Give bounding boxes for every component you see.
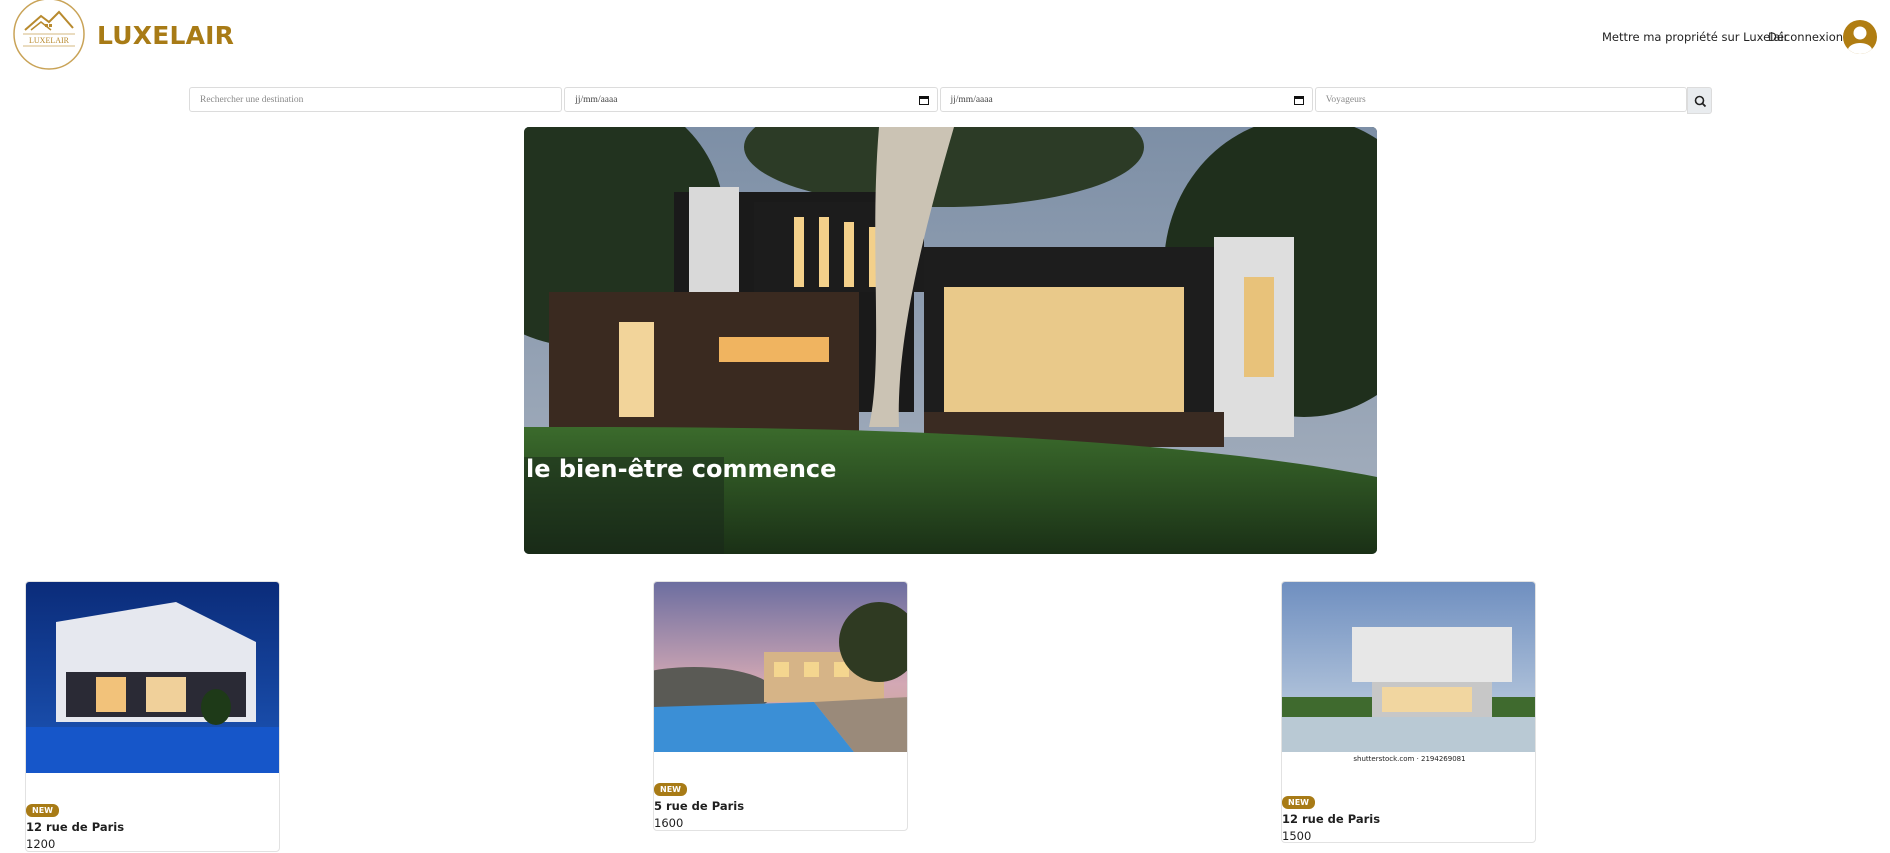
- brand-name[interactable]: LUXELAIR: [97, 21, 234, 50]
- listing-price: 1600: [654, 816, 684, 830]
- checkout-date-value: jj/mm/aaaa: [950, 95, 993, 105]
- top-header: LUXELAIR LUXELAIR Mettre ma propriété su…: [0, 0, 1890, 74]
- hero-image: [524, 127, 1377, 554]
- user-circle-icon: [1848, 26, 1872, 54]
- search-bar: Rechercher une destination jj/mm/aaaa jj…: [189, 87, 1712, 114]
- listing-address: 5 rue de Paris: [654, 799, 745, 813]
- destination-input[interactable]: Rechercher une destination: [189, 87, 563, 112]
- checkin-date-value: jj/mm/aaaa: [575, 95, 618, 105]
- checkout-date-input[interactable]: jj/mm/aaaa: [939, 87, 1313, 112]
- host-property-link[interactable]: Mettre ma propriété sur Luxelair: [1602, 30, 1788, 44]
- new-badge: NEW: [1282, 796, 1315, 809]
- hero-banner: le bien-être commence: [524, 127, 1377, 554]
- new-badge: NEW: [26, 804, 59, 817]
- listing-card[interactable]: NEW 12 rue de Paris 1200: [25, 581, 280, 852]
- checkin-date-input[interactable]: jj/mm/aaaa: [564, 87, 938, 112]
- calendar-icon[interactable]: [918, 95, 929, 105]
- calendar-icon[interactable]: [1293, 95, 1304, 105]
- logo-emblem-icon: LUXELAIR: [13, 0, 85, 70]
- new-badge: NEW: [654, 783, 687, 796]
- listing-price: 1200: [26, 837, 56, 851]
- listing-address: 12 rue de Paris: [1282, 812, 1381, 826]
- user-avatar[interactable]: [1843, 20, 1877, 54]
- listing-image: [26, 582, 279, 773]
- image-caption: shutterstock.com · 2194269081: [1353, 755, 1466, 763]
- listing-price: 1500: [1282, 829, 1312, 843]
- listing-card[interactable]: shutterstock.com · 2194269081 NEW 12 rue…: [1281, 581, 1536, 843]
- guests-input[interactable]: Voyageurs: [1314, 87, 1687, 112]
- listing-image: [1282, 582, 1535, 752]
- logo-text: LUXELAIR: [29, 36, 70, 45]
- listing-card[interactable]: NEW 5 rue de Paris 1600: [653, 581, 908, 831]
- listing-address: 12 rue de Paris: [26, 820, 125, 834]
- search-button[interactable]: [1687, 87, 1712, 114]
- listing-image: [654, 582, 907, 752]
- hero-tagline: le bien-être commence: [526, 455, 837, 483]
- logout-link[interactable]: Déconnexion: [1768, 30, 1843, 44]
- logo[interactable]: LUXELAIR: [11, 0, 87, 70]
- search-icon: [1694, 95, 1707, 108]
